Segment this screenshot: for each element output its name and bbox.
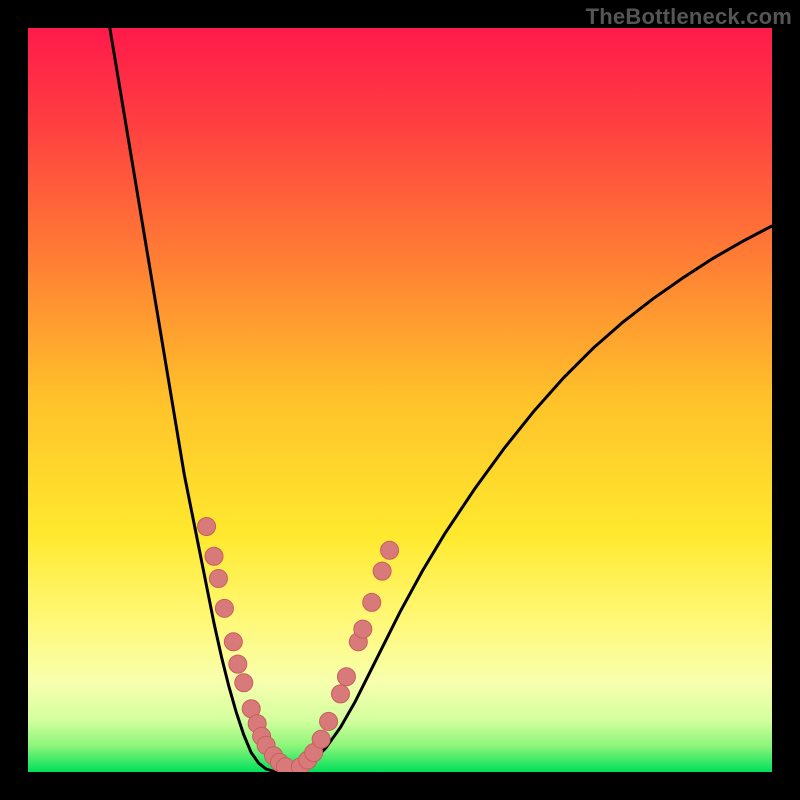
- curve-marker: [381, 541, 399, 559]
- curve-marker: [209, 570, 227, 588]
- chart-frame: TheBottleneck.com: [0, 0, 800, 800]
- watermark-text: TheBottleneck.com: [586, 4, 792, 30]
- plot-svg: [28, 28, 772, 772]
- plot-area: [28, 28, 772, 772]
- curve-marker: [331, 685, 349, 703]
- curve-marker: [337, 668, 355, 686]
- curve-marker: [235, 674, 253, 692]
- curve-marker: [224, 633, 242, 651]
- curve-marker: [198, 517, 216, 535]
- curve-marker: [354, 620, 372, 638]
- curve-marker: [312, 730, 330, 748]
- curve-marker: [363, 593, 381, 611]
- curve-marker: [205, 547, 223, 565]
- curve-marker: [215, 599, 233, 617]
- gradient-background: [28, 28, 772, 772]
- curve-marker: [373, 562, 391, 580]
- curve-marker: [320, 712, 338, 730]
- curve-marker: [229, 655, 247, 673]
